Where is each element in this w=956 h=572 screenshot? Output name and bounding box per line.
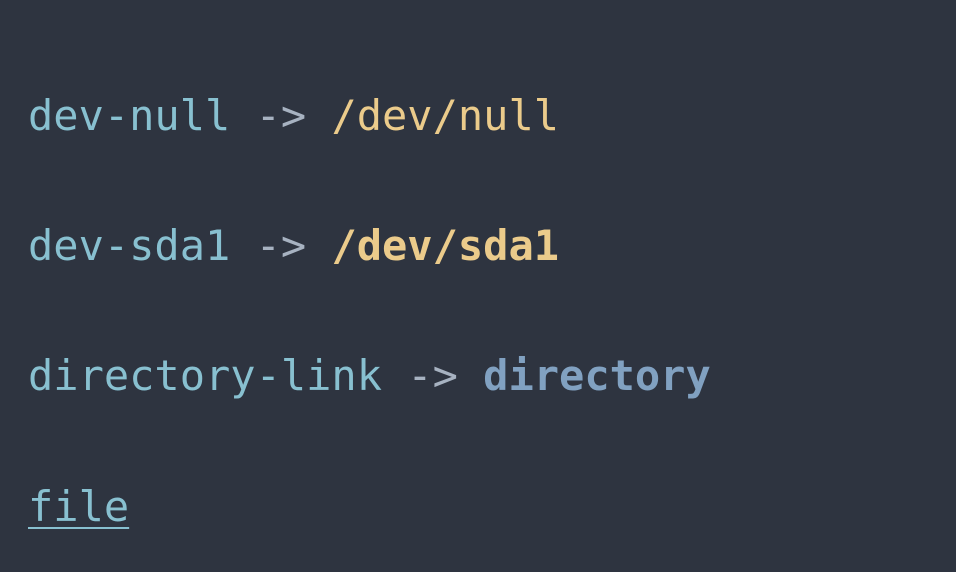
listing-row: directory-link -> directory [28,343,928,408]
listing-row: dev-null -> /dev/null [28,83,928,148]
symlink-target: directory [483,351,711,400]
filename: file [28,482,129,531]
listing-row: file [28,474,928,539]
terminal-output: dev-null -> /dev/null dev-sda1 -> /dev/s… [0,0,956,572]
filename: dev-sda1 [28,221,230,270]
symlink-arrow: -> [230,221,331,270]
filename: dev-null [28,91,230,140]
symlink-target: /dev/sda1 [331,221,559,270]
symlink-arrow: -> [230,91,331,140]
listing-row: dev-sda1 -> /dev/sda1 [28,213,928,278]
symlink-target: /dev/null [331,91,559,140]
filename: directory-link [28,351,382,400]
symlink-arrow: -> [382,351,483,400]
